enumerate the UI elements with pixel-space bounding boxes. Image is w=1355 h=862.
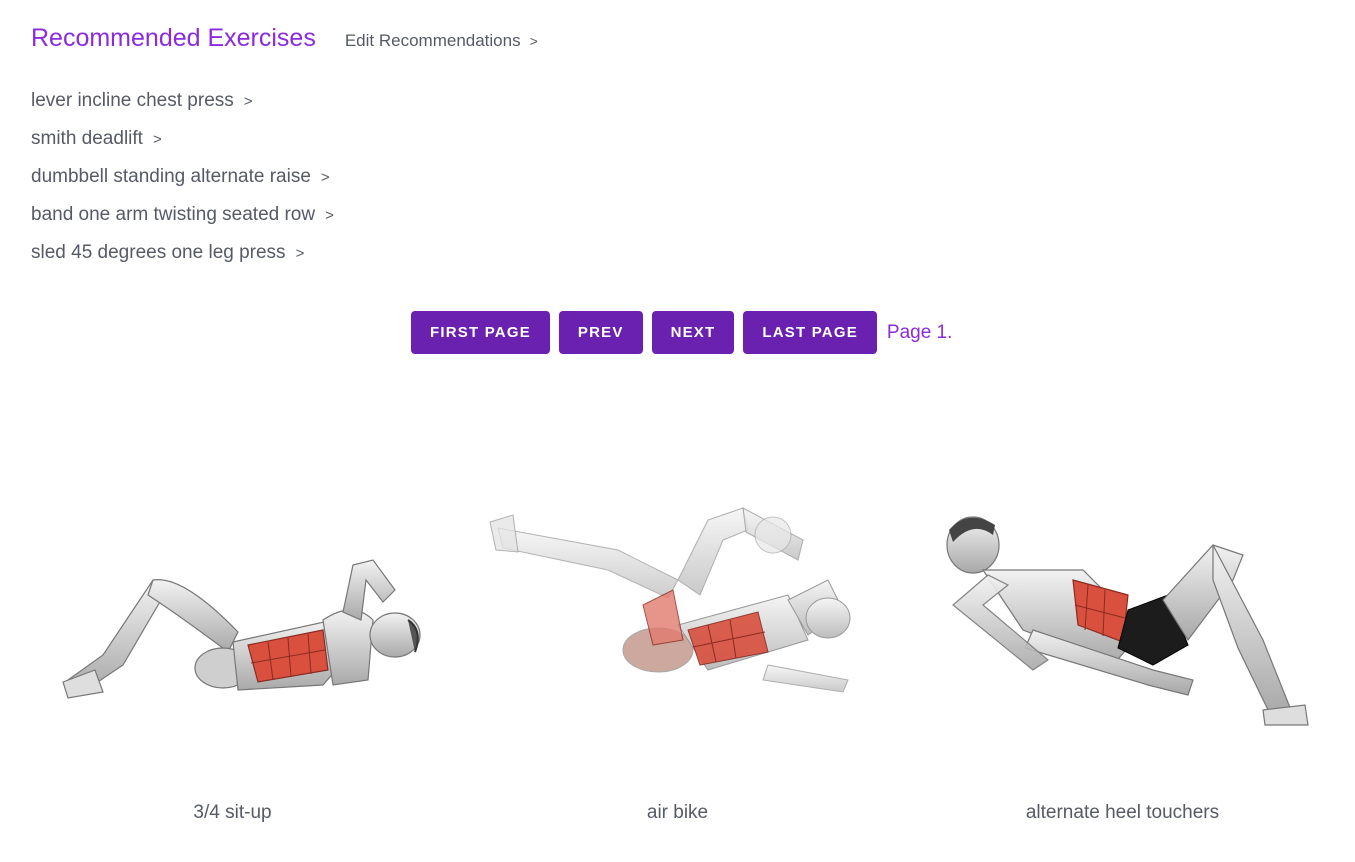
first-page-button[interactable]: FIRST PAGE <box>411 311 550 354</box>
exercise-card[interactable]: alternate heel touchers <box>900 380 1345 824</box>
last-page-button[interactable]: LAST PAGE <box>743 311 877 354</box>
recommendation-list: lever incline chest press > smith deadlif… <box>31 88 334 278</box>
air-bike-illustration <box>488 507 850 693</box>
edit-recommendations-label: Edit Recommendations <box>344 31 521 50</box>
chevron-right-icon: > <box>152 131 162 148</box>
exercise-name: alternate heel touchers <box>1025 802 1220 823</box>
chevron-right-icon: > <box>320 169 330 186</box>
exercise-card[interactable]: air bike <box>455 380 900 824</box>
recommendation-label: smith deadlift <box>31 128 143 149</box>
recommendation-label: lever incline chest press <box>31 90 234 111</box>
recommendation-item[interactable]: sled 45 degrees one leg press > <box>31 240 334 278</box>
recommendation-item[interactable]: dumbbell standing alternate raise > <box>31 164 334 202</box>
recommendation-item[interactable]: smith deadlift > <box>31 126 334 164</box>
heel-touchers-illustration <box>945 516 1309 726</box>
next-button[interactable]: NEXT <box>651 311 735 354</box>
chevron-right-icon: > <box>529 33 538 49</box>
recommendation-label: sled 45 degrees one leg press <box>31 242 286 263</box>
pagination: FIRST PAGE PREV NEXT LAST PAGE Page 1. <box>411 311 952 354</box>
exercise-cards: 3/4 sit-up air bike alternate heel touch… <box>10 380 1345 824</box>
edit-recommendations-link[interactable]: Edit Recommendations > <box>345 31 538 51</box>
page-indicator: Page 1. <box>886 321 953 343</box>
page-title: Recommended Exercises <box>31 24 316 52</box>
recommendation-item[interactable]: lever incline chest press > <box>31 88 334 126</box>
chevron-right-icon: > <box>325 207 334 224</box>
chevron-right-icon: > <box>295 245 305 262</box>
exercise-name: air bike <box>646 802 709 823</box>
page-header: Recommended Exercises Edit Recommendatio… <box>31 24 538 53</box>
exercise-card[interactable]: 3/4 sit-up <box>10 380 455 824</box>
chevron-right-icon: > <box>243 93 253 110</box>
recommendation-item[interactable]: band one arm twisting seated row > <box>31 202 334 240</box>
sit-up-illustration <box>61 559 421 699</box>
prev-button[interactable]: PREV <box>558 311 643 354</box>
exercise-name: 3/4 sit-up <box>193 802 272 823</box>
recommendation-label: dumbbell standing alternate raise <box>31 166 311 187</box>
recommendation-label: band one arm twisting seated row <box>31 204 316 225</box>
